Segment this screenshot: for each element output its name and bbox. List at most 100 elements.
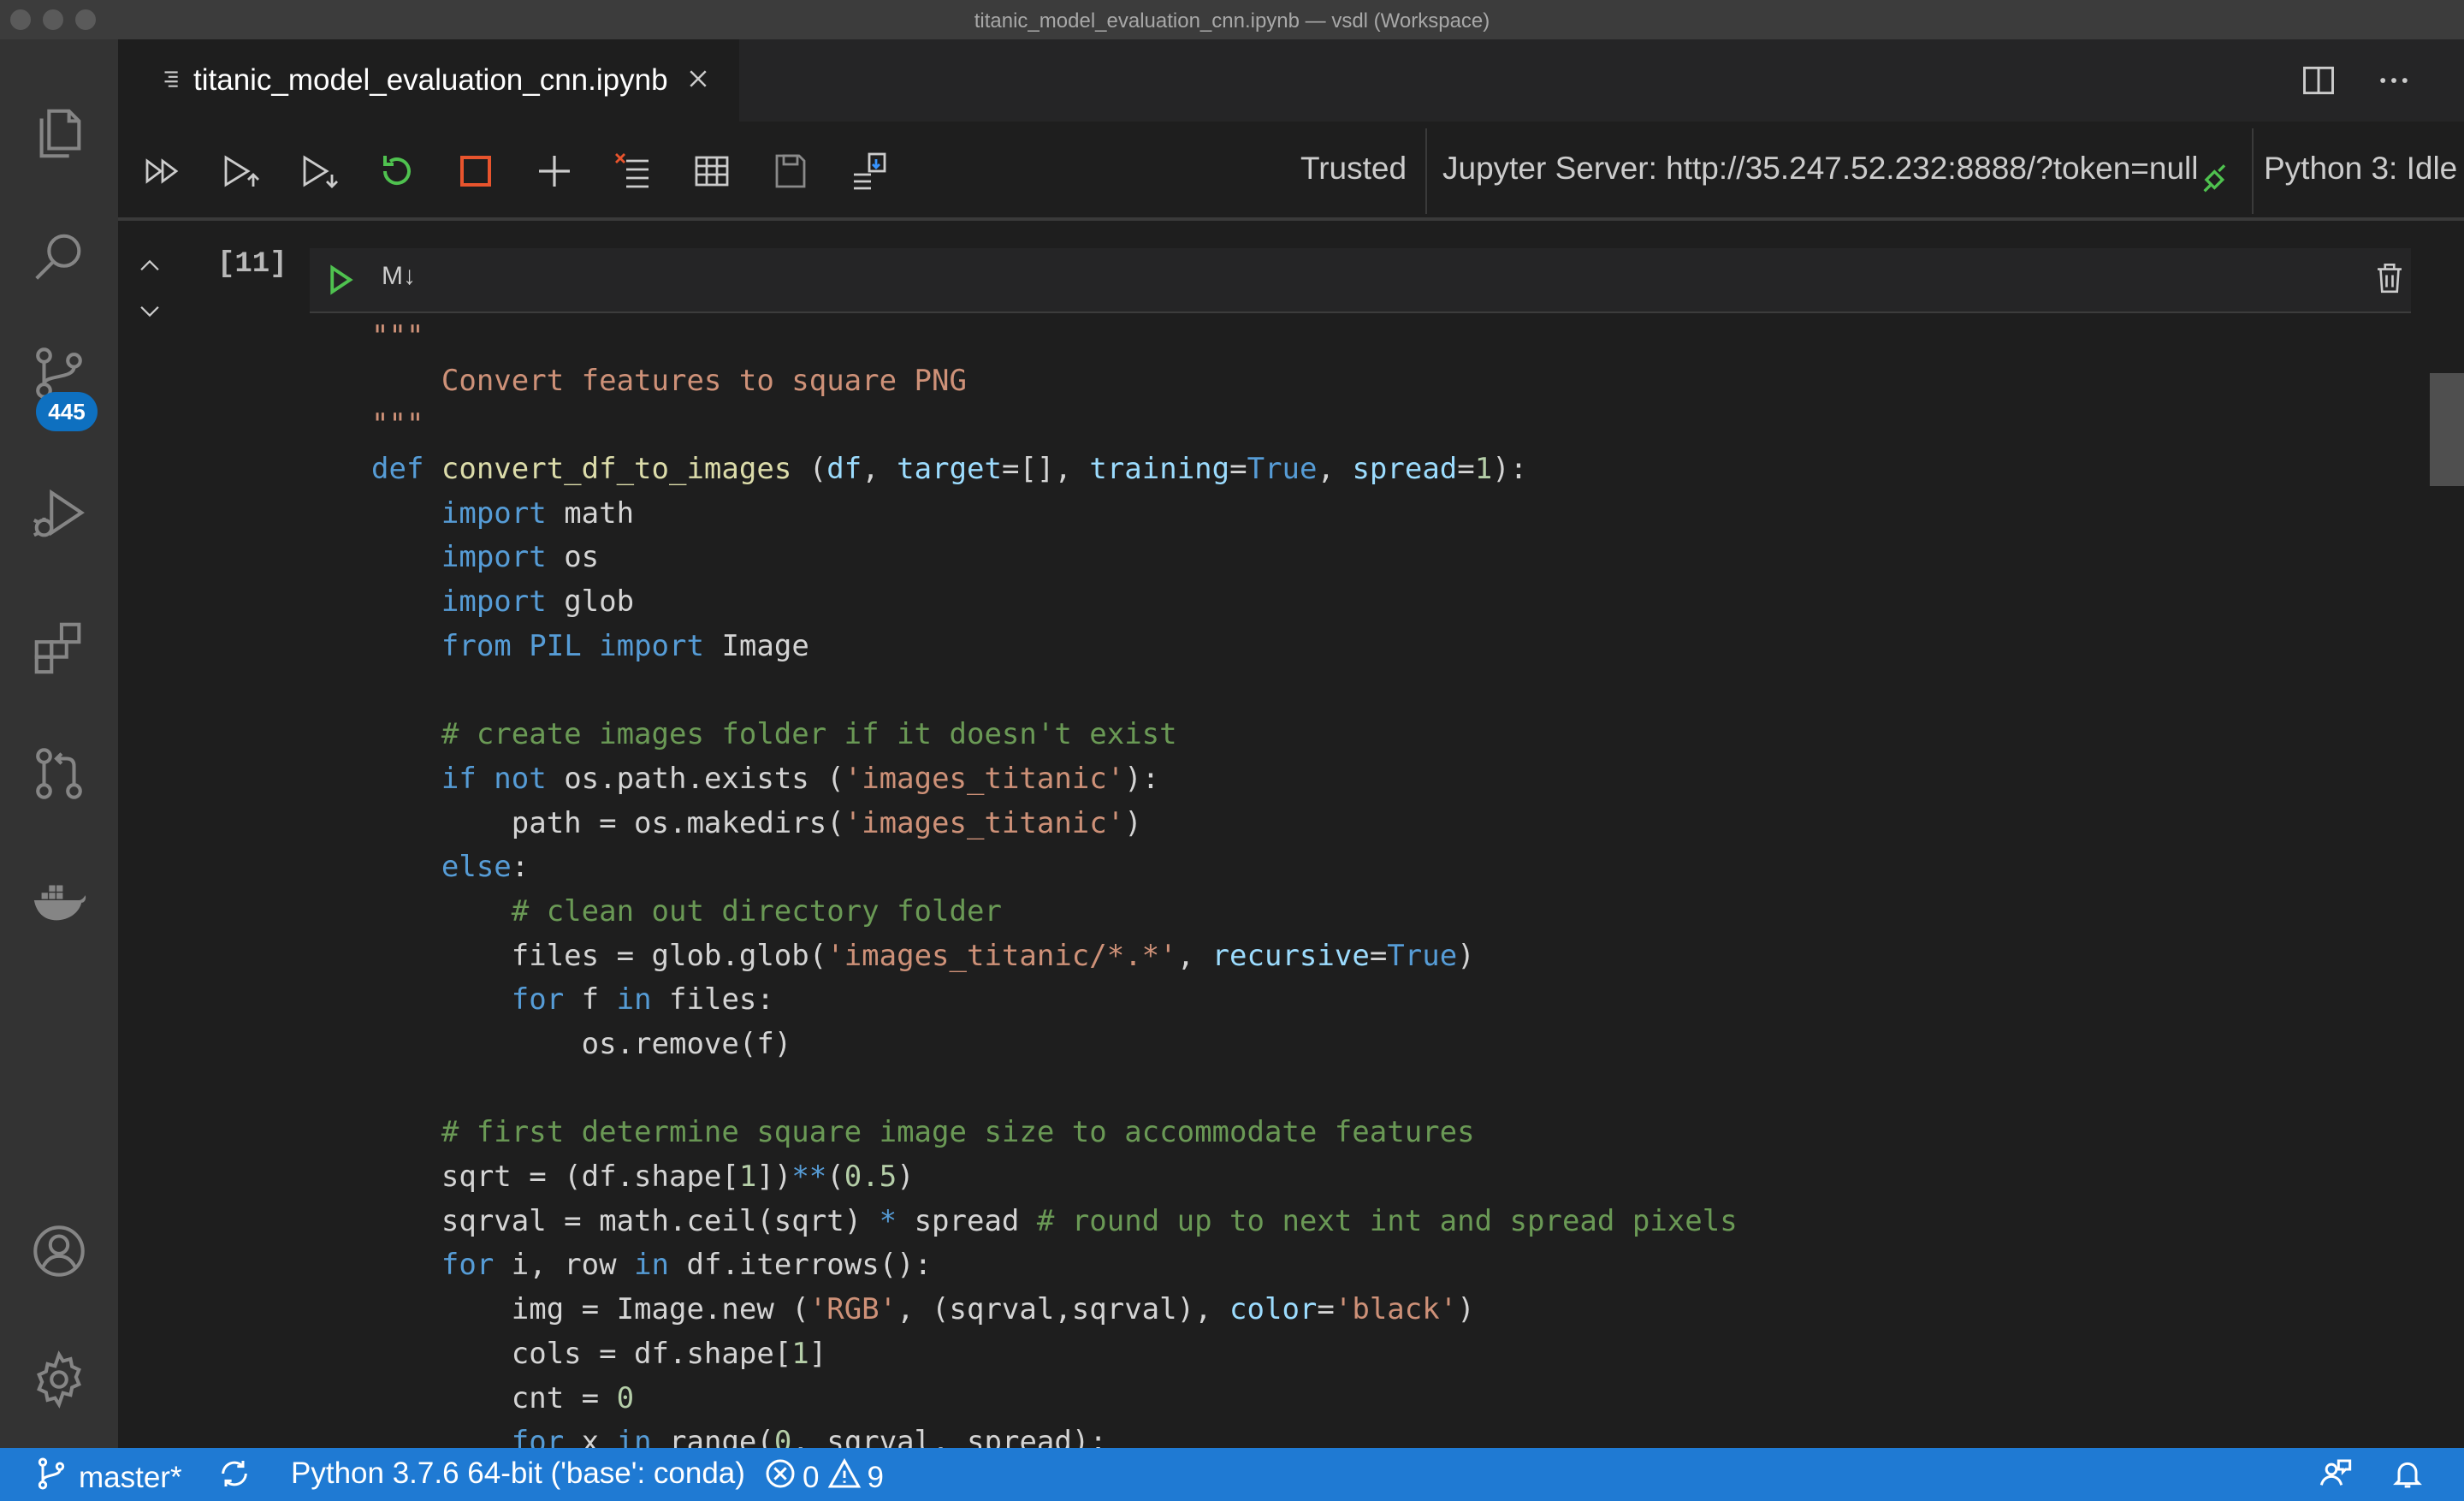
code-token: 1 xyxy=(791,1336,809,1371)
code-token: PIL xyxy=(511,628,600,663)
close-window-button[interactable] xyxy=(10,9,31,30)
run-cells-above-icon[interactable] xyxy=(216,147,264,195)
docker-icon[interactable] xyxy=(25,866,93,934)
export-icon[interactable] xyxy=(845,147,893,195)
code-line: """ xyxy=(371,403,2408,448)
code-token: 'RGB' xyxy=(808,1292,897,1327)
warning-icon xyxy=(827,1457,862,1498)
gear-icon[interactable] xyxy=(25,1345,93,1414)
interrupt-kernel-icon[interactable] xyxy=(452,147,500,195)
code-token: training xyxy=(1089,452,1230,487)
more-actions-icon[interactable] xyxy=(2375,62,2413,104)
code-editor[interactable]: """ Convert features to square PNG """ def… xyxy=(371,315,2408,1448)
connected-plug-icon xyxy=(2199,163,2233,201)
code-token: ): xyxy=(1124,761,1160,796)
add-cell-icon[interactable] xyxy=(530,147,578,195)
move-cell-up-icon[interactable] xyxy=(132,252,168,285)
code-line: def convert_df_to_images (df, target=[],… xyxy=(371,448,2408,492)
jupyter-server-status[interactable]: Jupyter Server: http://35.247.52.232:888… xyxy=(1442,151,2198,187)
code-token: files = glob.glob( xyxy=(371,938,827,973)
execution-count: [11] xyxy=(217,248,287,281)
bell-icon[interactable] xyxy=(2390,1457,2425,1491)
delete-cell-icon[interactable] xyxy=(2372,260,2408,300)
code-token: import xyxy=(599,628,704,663)
code-token: math xyxy=(546,495,635,531)
code-token: ): xyxy=(1492,452,1528,487)
code-token: i, row xyxy=(494,1248,635,1283)
kernel-status[interactable]: Python 3: Idle xyxy=(2264,151,2457,187)
code-token: img = Image.new ( xyxy=(371,1292,809,1327)
code-token: ) xyxy=(897,1160,915,1195)
code-line: # first determine square image size to a… xyxy=(371,1111,2408,1155)
error-icon xyxy=(763,1457,797,1498)
code-token: # round up to next int and spread pixels xyxy=(1036,1203,1738,1238)
error-count: 0 xyxy=(803,1460,820,1494)
code-token: color xyxy=(1229,1292,1318,1327)
variables-icon[interactable] xyxy=(688,147,736,195)
editor-scrollbar[interactable] xyxy=(2430,373,2464,486)
code-line: if not os.path.exists ('images_titanic')… xyxy=(371,757,2408,802)
code-token: ) xyxy=(1457,938,1475,973)
code-line: # clean out directory folder xyxy=(371,890,2408,934)
code-token: f xyxy=(564,982,617,1017)
code-token: ]) xyxy=(756,1160,792,1195)
run-cells-below-icon[interactable] xyxy=(294,147,342,195)
code-line: import math xyxy=(371,492,2408,537)
status-bar: master* Python 3.7.6 64-bit ('base': con… xyxy=(0,1448,2464,1501)
minimize-window-button[interactable] xyxy=(43,9,63,30)
code-token: spread xyxy=(897,1203,1037,1238)
code-token: , sqrval, spread): xyxy=(791,1425,1107,1448)
run-cell-icon[interactable] xyxy=(322,262,358,302)
code-token: # clean out directory folder xyxy=(371,893,1002,928)
python-interpreter[interactable]: Python 3.7.6 64-bit ('base': conda) xyxy=(291,1457,745,1491)
code-line: else: xyxy=(371,845,2408,890)
code-token: os.remove(f) xyxy=(371,1027,792,1061)
save-icon[interactable] xyxy=(767,147,814,195)
accounts-icon[interactable] xyxy=(25,1217,93,1285)
code-token: 0 xyxy=(773,1425,792,1448)
search-icon[interactable] xyxy=(25,224,93,293)
cell-type-toggle[interactable]: M↓ xyxy=(382,262,416,291)
problems-indicator[interactable]: 0 9 xyxy=(763,1457,884,1498)
code-line: # create images folder if it doesn't exi… xyxy=(371,713,2408,757)
code-token: target xyxy=(897,452,1002,487)
code-token: x xyxy=(564,1425,617,1448)
code-token: = xyxy=(1369,938,1388,973)
feedback-icon[interactable] xyxy=(2319,1457,2353,1491)
code-token: recursive xyxy=(1211,938,1370,973)
code-line: sqrt = (df.shape[1])**(0.5) xyxy=(371,1155,2408,1200)
restart-kernel-icon[interactable] xyxy=(373,147,421,195)
code-token: in xyxy=(634,1248,670,1283)
branch-indicator[interactable]: master* xyxy=(34,1457,182,1498)
move-cell-down-icon[interactable] xyxy=(132,296,168,329)
explorer-icon[interactable] xyxy=(25,99,93,168)
source-control-badge: 445 xyxy=(36,392,98,431)
code-line: import glob xyxy=(371,580,2408,625)
trusted-indicator[interactable]: Trusted xyxy=(1300,151,1407,187)
code-token: in xyxy=(616,1425,652,1448)
extensions-icon[interactable] xyxy=(25,613,93,681)
close-icon[interactable] xyxy=(685,66,711,96)
code-token: df xyxy=(826,452,862,487)
tab-notebook[interactable]: titanic_model_evaluation_cnn.ipynb xyxy=(118,39,739,122)
code-token: range( xyxy=(651,1425,774,1448)
code-token: for xyxy=(441,1248,495,1283)
code-token: Convert features to square PNG xyxy=(371,363,967,398)
code-token: import xyxy=(441,540,547,575)
zoom-window-button[interactable] xyxy=(75,9,96,30)
code-token: cols = df.shape[ xyxy=(371,1336,792,1371)
pull-requests-icon[interactable] xyxy=(25,739,93,808)
code-token: spread xyxy=(1352,452,1458,487)
code-token: 1 xyxy=(738,1160,757,1195)
split-editor-icon[interactable] xyxy=(2300,62,2337,104)
run-debug-icon[interactable] xyxy=(25,481,93,549)
code-token: True xyxy=(1247,452,1318,487)
sync-icon[interactable] xyxy=(217,1457,252,1491)
code-token: 0 xyxy=(616,1380,635,1415)
run-all-cells-icon[interactable] xyxy=(139,147,187,195)
clear-outputs-icon[interactable] xyxy=(609,147,657,195)
